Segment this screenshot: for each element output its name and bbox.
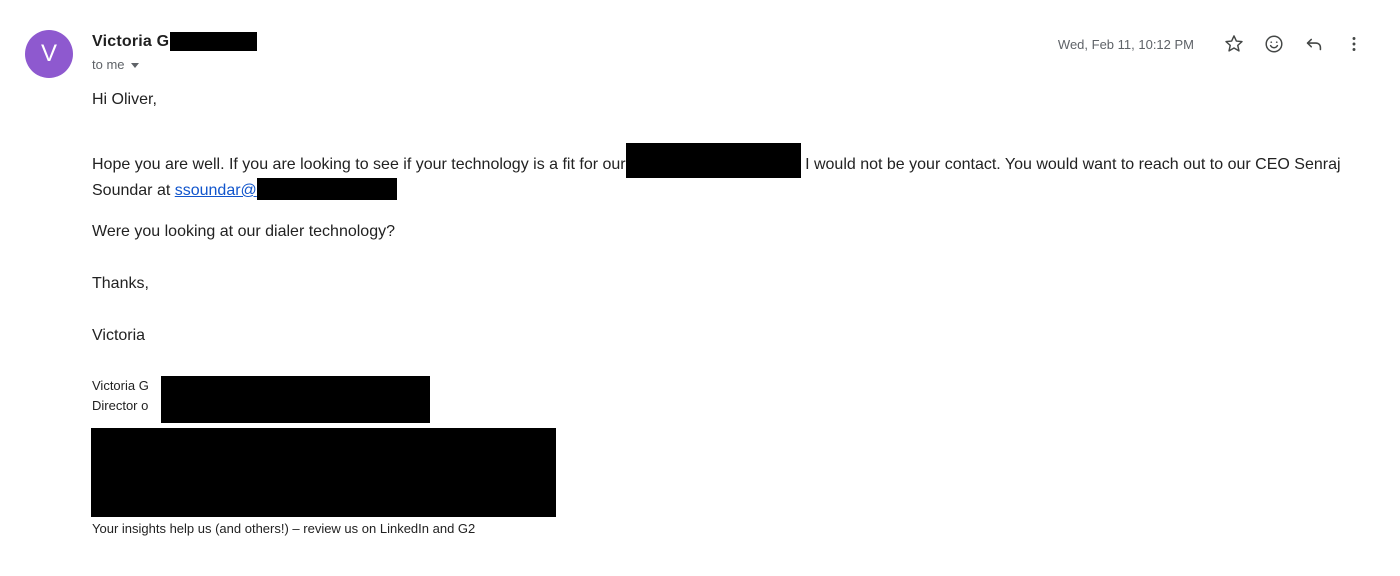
thanks-line: Thanks, [92, 275, 149, 292]
to-label: to me [92, 57, 125, 72]
main-paragraph: Hope you are well. If you are looking to… [92, 143, 1382, 202]
chevron-down-icon [130, 62, 139, 68]
sender-row: Victoria G [92, 32, 258, 51]
more-options-button[interactable] [1338, 28, 1370, 60]
sender-name[interactable]: Victoria G [92, 33, 169, 51]
avatar-letter: V [40, 40, 57, 67]
signature-footer: Your insights help us (and others!) – re… [92, 521, 476, 536]
question-paragraph: Were you looking at our dialer technolog… [92, 223, 395, 240]
redaction-box [161, 376, 430, 423]
add-reaction-button[interactable] [1258, 28, 1290, 60]
reply-button[interactable] [1298, 28, 1330, 60]
recipients-toggle[interactable]: to me [92, 57, 139, 72]
redaction-box [625, 143, 801, 178]
reply-icon [1306, 38, 1322, 51]
emoji-icon [1265, 35, 1283, 53]
signature-name: Victoria G [92, 378, 149, 393]
redaction-box [91, 428, 556, 517]
header-actions: Wed, Feb 11, 10:12 PM [1058, 28, 1370, 60]
redaction-box [256, 178, 397, 200]
more-vert-icon [1352, 37, 1356, 51]
greeting: Hi Oliver, [92, 91, 157, 108]
timestamp: Wed, Feb 11, 10:12 PM [1057, 36, 1194, 52]
signature-title: Director o [92, 398, 149, 413]
redaction-box [170, 32, 258, 51]
avatar[interactable]: V [25, 30, 73, 78]
star-icon [1225, 35, 1243, 52]
star-button[interactable] [1218, 28, 1250, 60]
main-text-part1: Hope you are well. If you are looking to… [92, 156, 626, 173]
signature: Victoria G Director o [92, 376, 149, 416]
email-link[interactable]: ssoundar@ [175, 182, 257, 199]
email-message: V Victoria G to me Wed, Feb 11, 10:12 PM [0, 0, 1400, 576]
signoff-name: Victoria [92, 327, 146, 344]
